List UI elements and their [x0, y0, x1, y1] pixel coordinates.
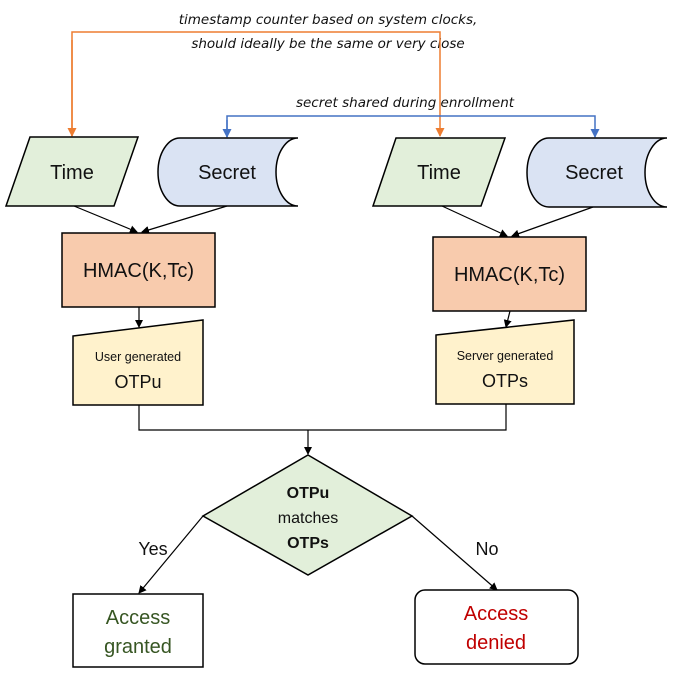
- user-time-input: Time: [4, 136, 140, 207]
- timestamp-note-line1: timestamp counter based on system clocks…: [179, 12, 478, 28]
- server-secret-to-hmac-arrow: [511, 206, 594, 238]
- server-hmac-label: HMAC(K,Tc): [454, 264, 565, 286]
- user-time-to-hmac-arrow: [73, 205, 138, 234]
- user-otp-manual-input: User generated OTPu: [72, 319, 204, 406]
- server-hmac-to-otp-arrow: [503, 310, 512, 328]
- secret-note: secret shared during enrollment: [296, 95, 515, 111]
- access-denied-line2: denied: [466, 632, 526, 654]
- server-time-to-hmac-arrow: [441, 205, 508, 237]
- server-secret-label: Secret: [565, 162, 623, 184]
- user-hmac-label: HMAC(K,Tc): [83, 260, 194, 282]
- access-granted-line1: Access: [106, 607, 170, 629]
- server-time-input: Time: [371, 137, 507, 207]
- totp-flow-diagram: timestamp counter based on system clocks…: [4, 12, 668, 668]
- yes-label: Yes: [138, 539, 167, 559]
- otp-merge-connector: [138, 404, 507, 431]
- user-otp-caption: User generated: [95, 350, 181, 364]
- user-secret-storage: Secret: [157, 137, 299, 207]
- server-otp-label: OTPs: [482, 371, 528, 391]
- decision-line1: OTPu: [287, 485, 330, 502]
- server-hmac-process: HMAC(K,Tc): [432, 236, 587, 312]
- otp-match-decision: OTPu matches OTPs: [201, 454, 414, 576]
- server-time-label: Time: [417, 162, 461, 184]
- user-hmac-process: HMAC(K,Tc): [61, 232, 216, 308]
- server-otp-caption: Server generated: [457, 349, 554, 363]
- user-time-label: Time: [50, 162, 94, 184]
- user-otp-label: OTPu: [114, 372, 161, 392]
- access-granted-box: Access granted: [72, 593, 204, 668]
- timestamp-note-line2: should ideally be the same or very close: [191, 36, 464, 52]
- access-denied-box: Access denied: [414, 589, 579, 665]
- decision-line3: OTPs: [287, 535, 329, 552]
- no-label: No: [475, 539, 498, 559]
- server-secret-storage: Secret: [526, 137, 668, 208]
- user-secret-label: Secret: [198, 162, 256, 184]
- decision-line2: matches: [278, 510, 338, 527]
- access-granted-line2: granted: [104, 636, 172, 658]
- user-secret-to-hmac-arrow: [141, 205, 228, 234]
- server-otp-manual-input: Server generated OTPs: [435, 319, 575, 405]
- access-denied-line1: Access: [464, 603, 528, 625]
- secret-share-connector: [226, 115, 600, 138]
